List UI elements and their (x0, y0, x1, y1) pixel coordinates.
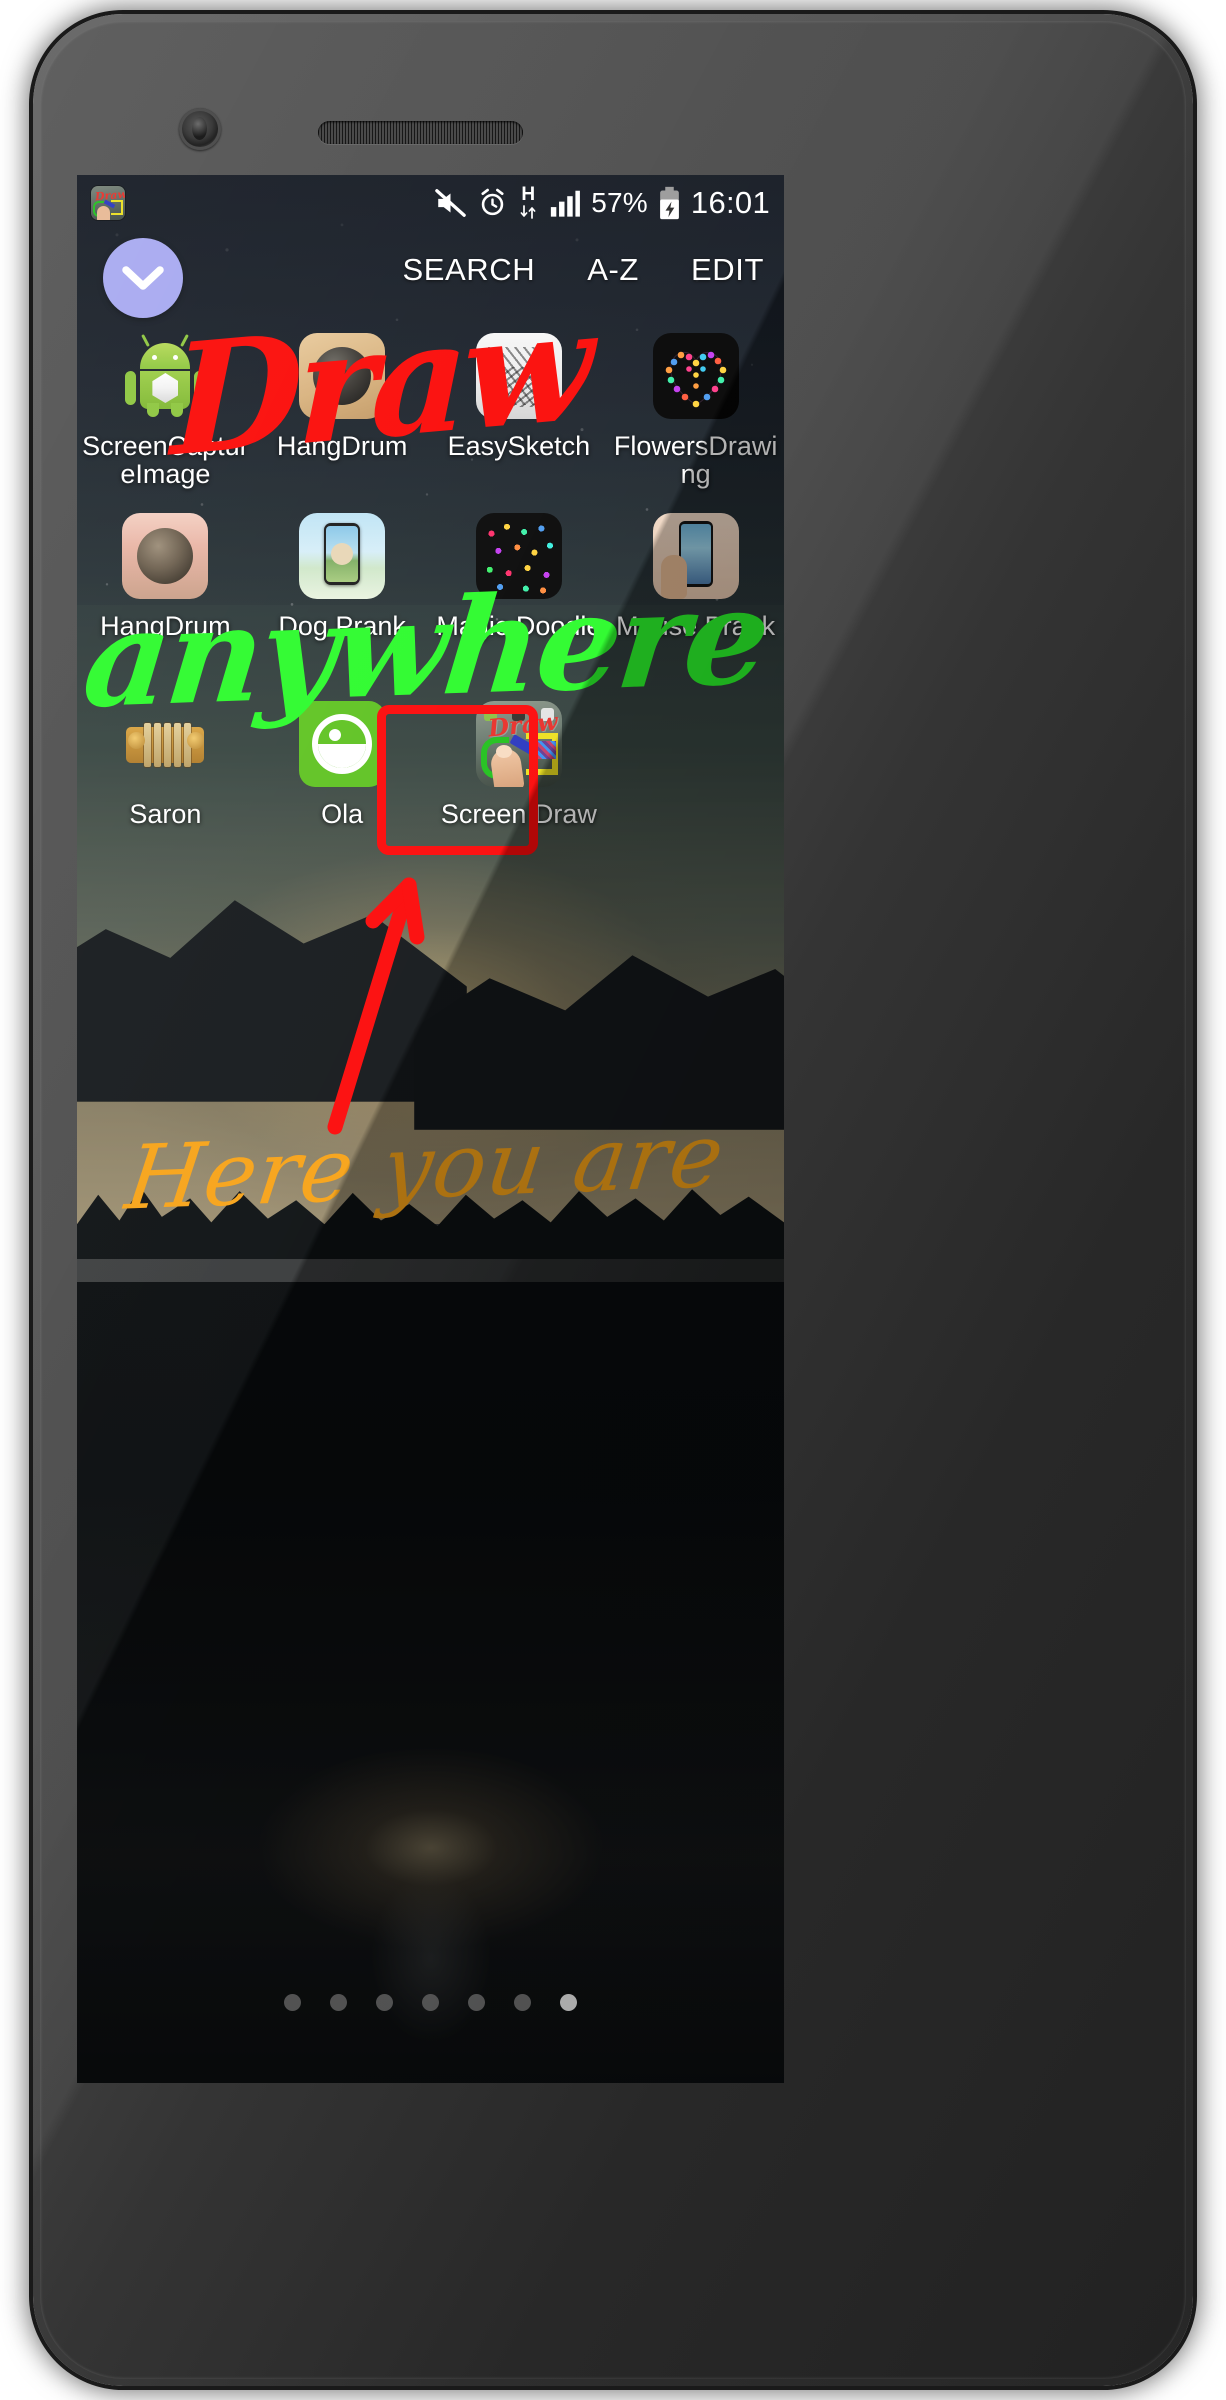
page-dot[interactable] (284, 1994, 301, 2011)
notif-icon-yellow-stroke (111, 199, 123, 215)
hang-drum-photo-icon (122, 513, 209, 599)
sort-az-action[interactable]: A-Z (587, 252, 639, 288)
edit-action[interactable]: EDIT (691, 252, 764, 288)
app-item-hangdrum[interactable]: HangDrum (254, 327, 431, 460)
chevron-down-icon (122, 266, 164, 290)
data-transfer-arrows-icon (520, 205, 536, 219)
collapse-drawer-button[interactable] (103, 238, 183, 318)
hspa-data-icon: H (518, 185, 538, 220)
app-row: HangDrum Dog Prank Magic Doodle Mouse Pr… (77, 507, 784, 695)
app-item-screencaptureimage[interactable]: ScreenCaptureImage (77, 327, 254, 488)
status-icons-group: H 57% 16:01 (434, 185, 770, 221)
page-dot[interactable] (376, 1994, 393, 2011)
app-label: EasySketch (447, 431, 591, 461)
app-item-easysketch[interactable]: EasySketch (431, 327, 608, 460)
app-label: Dog Prank (278, 611, 406, 641)
app-item-flowersdrawing[interactable]: FlowersDrawing (607, 327, 784, 488)
ola-smiley-icon (299, 701, 386, 787)
signal-bars-icon (551, 190, 581, 217)
data-network-label: H (521, 184, 536, 205)
screen-draw-highlight-box (377, 705, 538, 855)
app-label: Mouse Prank (616, 611, 776, 641)
phone-screen[interactable]: Draw H 57% 16:01 SEARCH A-Z EDIT ScreenC… (77, 175, 784, 2083)
notif-icon-finger (97, 205, 110, 220)
app-item-empty (607, 695, 784, 701)
app-item-dog-prank[interactable]: Dog Prank (254, 507, 431, 640)
magic-dots-icon (475, 513, 562, 599)
hang-drum-icon (299, 333, 386, 419)
screen-draw-notification-icon[interactable]: Draw (91, 185, 125, 220)
android-robot-icon (122, 333, 208, 419)
status-bar-clock: 16:01 (690, 184, 770, 220)
app-drawer-header: SEARCH A-Z EDIT (77, 230, 784, 328)
battery-percent-label: 57% (591, 186, 648, 218)
notification-area[interactable]: Draw (91, 185, 125, 220)
search-action[interactable]: SEARCH (402, 252, 535, 288)
front-camera-icon (179, 108, 221, 150)
flower-heart-shape (665, 351, 726, 408)
mute-icon (435, 188, 467, 217)
page-dot[interactable] (330, 1994, 347, 2011)
page-dot[interactable] (468, 1994, 485, 2011)
dog-phone-icon (299, 513, 386, 599)
app-label: FlowersDrawing (613, 431, 778, 490)
status-bar: Draw H 57% 16:01 (77, 175, 784, 230)
page-indicator[interactable] (77, 1994, 784, 2011)
app-row: ScreenCaptureImage HangDrum EasySketch F… (77, 327, 784, 507)
saron-xylophone-icon (122, 701, 208, 787)
earpiece-speaker (318, 121, 523, 144)
pencil-sketch-icon (475, 333, 562, 419)
app-label: HangDrum (276, 431, 408, 461)
page-dot[interactable] (514, 1994, 531, 2011)
mouse-phone-icon (652, 513, 739, 599)
flower-heart-icon (652, 333, 739, 419)
app-label: HangDrum (100, 611, 231, 641)
app-item-hangdrum-2[interactable]: HangDrum (77, 507, 254, 640)
app-item-magic-doodle[interactable]: Magic Doodle (431, 507, 608, 640)
page-dot[interactable] (422, 1994, 439, 2011)
app-label: Magic Doodle (436, 611, 602, 641)
app-item-mouse-prank[interactable]: Mouse Prank (607, 507, 784, 640)
page-dot-active[interactable] (560, 1994, 577, 2011)
app-label: ScreenCaptureImage (82, 431, 249, 490)
app-label: Saron (129, 799, 202, 829)
app-item-saron[interactable]: Saron (77, 695, 254, 828)
battery-charging-icon (660, 186, 679, 219)
drawer-action-row: SEARCH A-Z EDIT (402, 252, 764, 288)
alarm-icon (481, 188, 504, 216)
